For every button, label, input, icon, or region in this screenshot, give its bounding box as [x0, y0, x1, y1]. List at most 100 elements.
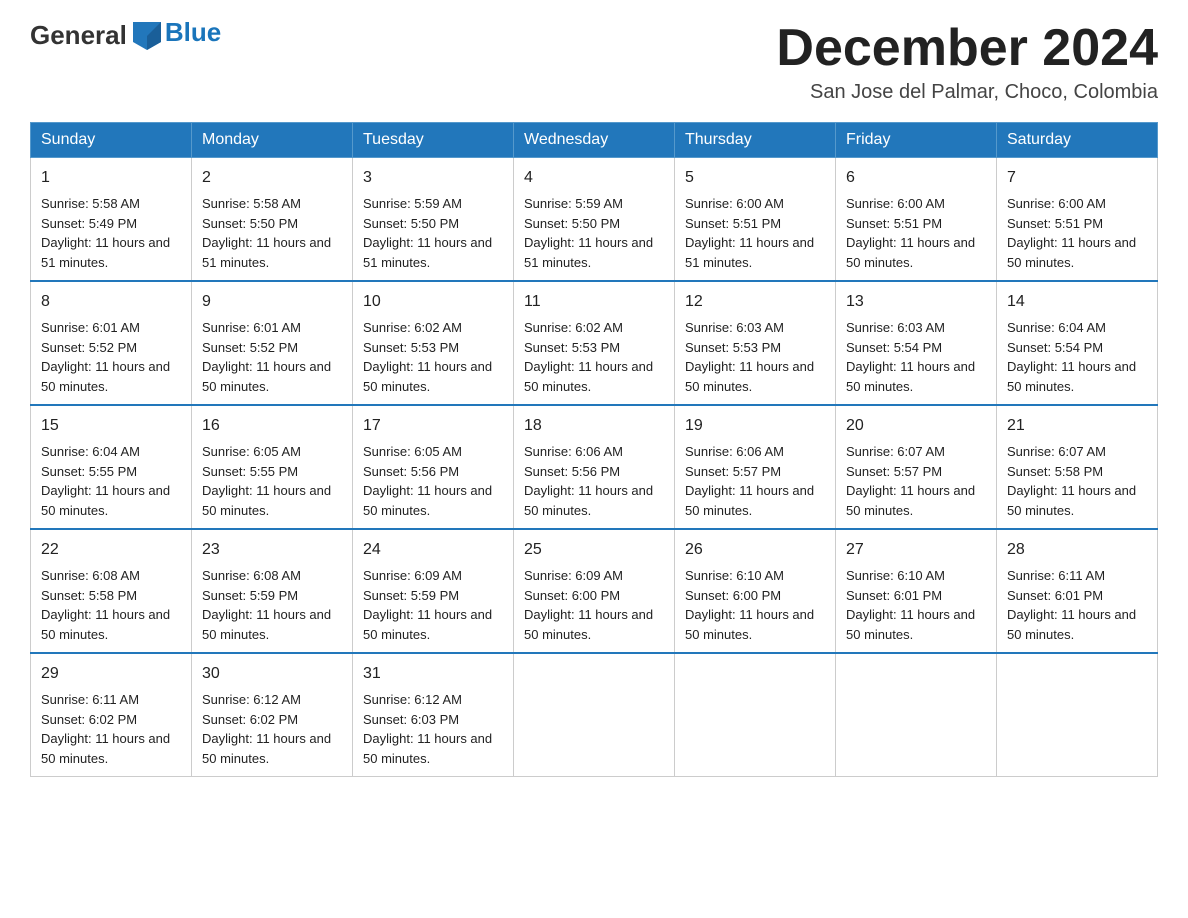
- sunrise-text: Sunrise: 6:09 AM: [524, 568, 623, 583]
- day-number: 31: [363, 662, 503, 686]
- calendar-cell: 6Sunrise: 6:00 AMSunset: 5:51 PMDaylight…: [836, 158, 997, 282]
- sunset-text: Sunset: 5:56 PM: [524, 464, 620, 479]
- daylight-text: Daylight: 11 hours and 50 minutes.: [846, 235, 975, 270]
- day-number: 5: [685, 166, 825, 190]
- page-header: General Blue December 2024 San Jose del …: [30, 20, 1158, 104]
- daylight-text: Daylight: 11 hours and 51 minutes.: [41, 235, 170, 270]
- day-number: 24: [363, 538, 503, 562]
- calendar-cell: [514, 653, 675, 777]
- calendar-cell: 3Sunrise: 5:59 AMSunset: 5:50 PMDaylight…: [353, 158, 514, 282]
- calendar-cell: 25 Sunrise: 6:09 AM Sunset: 6:00 PM Dayligh…: [514, 529, 675, 653]
- sunset-text: Sunset: 6:01 PM: [1007, 588, 1103, 603]
- calendar-cell: 2Sunrise: 5:58 AMSunset: 5:50 PMDaylight…: [192, 158, 353, 282]
- day-number: 25: [524, 538, 664, 562]
- calendar-cell: 31Sunrise: 6:12 AMSunset: 6:03 PMDayligh…: [353, 653, 514, 777]
- day-number: 19: [685, 414, 825, 438]
- sunset-text: Sunset: 5:55 PM: [202, 464, 298, 479]
- sunset-text: Sunset: 5:53 PM: [685, 340, 781, 355]
- day-number: 21: [1007, 414, 1147, 438]
- sunset-text: Sunset: 6:03 PM: [363, 712, 459, 727]
- sunrise-text: Sunrise: 5:59 AM: [363, 196, 462, 211]
- sunrise-text: Sunrise: 6:07 AM: [846, 444, 945, 459]
- sunset-text: Sunset: 5:51 PM: [846, 216, 942, 231]
- sunset-text: Sunset: 5:52 PM: [202, 340, 298, 355]
- title-block: December 2024 San Jose del Palmar, Choco…: [776, 20, 1158, 104]
- sunset-text: Sunset: 5:57 PM: [846, 464, 942, 479]
- day-number: 8: [41, 290, 181, 314]
- calendar-cell: 15Sunrise: 6:04 AMSunset: 5:55 PMDayligh…: [31, 405, 192, 529]
- weekday-header-tuesday: Tuesday: [353, 123, 514, 158]
- sunrise-text: Sunrise: 6:05 AM: [363, 444, 462, 459]
- week-row-4: 22Sunrise: 6:08 AMSunset: 5:58 PMDayligh…: [31, 529, 1158, 653]
- logo-text-blue: Blue: [165, 19, 221, 45]
- weekday-header-sunday: Sunday: [31, 123, 192, 158]
- week-row-5: 29Sunrise: 6:11 AMSunset: 6:02 PMDayligh…: [31, 653, 1158, 777]
- sunrise-text: Sunrise: 6:00 AM: [685, 196, 784, 211]
- day-number: 26: [685, 538, 825, 562]
- month-title: December 2024: [776, 20, 1158, 77]
- day-number: 16: [202, 414, 342, 438]
- calendar-cell: [997, 653, 1158, 777]
- sunrise-text: Sunrise: 6:01 AM: [202, 320, 301, 335]
- daylight-text: Daylight: 11 hours and 50 minutes.: [202, 607, 331, 642]
- daylight-text: Daylight: 11 hours and 50 minutes.: [202, 483, 331, 518]
- daylight-text: Daylight: 11 hours and 50 minutes.: [524, 483, 653, 518]
- week-row-1: 1 Sunrise: 5:58 AM Sunset: 5:49 PM Daylight…: [31, 158, 1158, 282]
- day-number: 23: [202, 538, 342, 562]
- daylight-text: Daylight: 11 hours and 51 minutes.: [685, 235, 814, 270]
- sunrise-text: Sunrise: 6:00 AM: [846, 196, 945, 211]
- day-number: 4: [524, 166, 664, 190]
- day-number: 28: [1007, 538, 1147, 562]
- logo: General Blue: [30, 20, 221, 51]
- calendar-cell: 23Sunrise: 6:08 AMSunset: 5:59 PMDayligh…: [192, 529, 353, 653]
- day-number: 27: [846, 538, 986, 562]
- sunset-text: Sunset: 6:00 PM: [524, 588, 620, 603]
- daylight-text: Daylight: 11 hours and 50 minutes.: [524, 359, 653, 394]
- calendar-cell: 30Sunrise: 6:12 AMSunset: 6:02 PMDayligh…: [192, 653, 353, 777]
- daylight-text: Daylight: 11 hours and 50 minutes.: [1007, 235, 1136, 270]
- day-number: 1: [41, 166, 181, 190]
- week-row-3: 15Sunrise: 6:04 AMSunset: 5:55 PMDayligh…: [31, 405, 1158, 529]
- sunrise-text: Sunrise: 5:58 AM: [202, 196, 301, 211]
- calendar-cell: [836, 653, 997, 777]
- sunrise-text: Sunrise: 6:02 AM: [363, 320, 462, 335]
- daylight-text: Daylight: 11 hours and 51 minutes.: [363, 235, 492, 270]
- calendar-cell: 9Sunrise: 6:01 AMSunset: 5:52 PMDaylight…: [192, 281, 353, 405]
- sunrise-text: Sunrise: 5:59 AM: [524, 196, 623, 211]
- calendar-cell: 22Sunrise: 6:08 AMSunset: 5:58 PMDayligh…: [31, 529, 192, 653]
- day-number: 7: [1007, 166, 1147, 190]
- day-number: 29: [41, 662, 181, 686]
- logo-text-general: General: [30, 20, 127, 51]
- daylight-text: Daylight: 11 hours and 50 minutes.: [1007, 607, 1136, 642]
- day-number: 10: [363, 290, 503, 314]
- daylight-text: Daylight: 11 hours and 50 minutes.: [41, 607, 170, 642]
- sunrise-text: Sunrise: 6:03 AM: [846, 320, 945, 335]
- sunset-text: Sunset: 5:59 PM: [363, 588, 459, 603]
- sunset-text: Sunset: 5:53 PM: [363, 340, 459, 355]
- daylight-text: Daylight: 11 hours and 50 minutes.: [41, 359, 170, 394]
- daylight-text: Daylight: 11 hours and 50 minutes.: [685, 483, 814, 518]
- sunrise-text: Sunrise: 6:04 AM: [41, 444, 140, 459]
- daylight-text: Daylight: 11 hours and 50 minutes.: [363, 359, 492, 394]
- day-number: 11: [524, 290, 664, 314]
- weekday-header-wednesday: Wednesday: [514, 123, 675, 158]
- calendar-cell: 1Sunrise: 5:58 AMSunset: 5:49 PMDaylight…: [31, 158, 192, 282]
- day-number: 30: [202, 662, 342, 686]
- sunset-text: Sunset: 5:50 PM: [363, 216, 459, 231]
- calendar-cell: 29Sunrise: 6:11 AMSunset: 6:02 PMDayligh…: [31, 653, 192, 777]
- daylight-text: Daylight: 11 hours and 50 minutes.: [846, 607, 975, 642]
- daylight-text: Daylight: 11 hours and 50 minutes.: [524, 607, 653, 642]
- sunset-text: Sunset: 5:54 PM: [846, 340, 942, 355]
- day-number: 20: [846, 414, 986, 438]
- sunset-text: Sunset: 5:51 PM: [1007, 216, 1103, 231]
- calendar-cell: 28Sunrise: 6:11 AMSunset: 6:01 PMDayligh…: [997, 529, 1158, 653]
- calendar-cell: 12Sunrise: 6:03 AMSunset: 5:53 PMDayligh…: [675, 281, 836, 405]
- sunrise-text: Sunrise: 6:10 AM: [685, 568, 784, 583]
- sunset-text: Sunset: 5:49 PM: [41, 216, 137, 231]
- day-number: 9: [202, 290, 342, 314]
- sunrise-text: Sunrise: 6:08 AM: [41, 568, 140, 583]
- sunrise-text: Sunrise: 6:08 AM: [202, 568, 301, 583]
- sunrise-text: Sunrise: 6:12 AM: [202, 692, 301, 707]
- day-number: 22: [41, 538, 181, 562]
- sunset-text: Sunset: 5:53 PM: [524, 340, 620, 355]
